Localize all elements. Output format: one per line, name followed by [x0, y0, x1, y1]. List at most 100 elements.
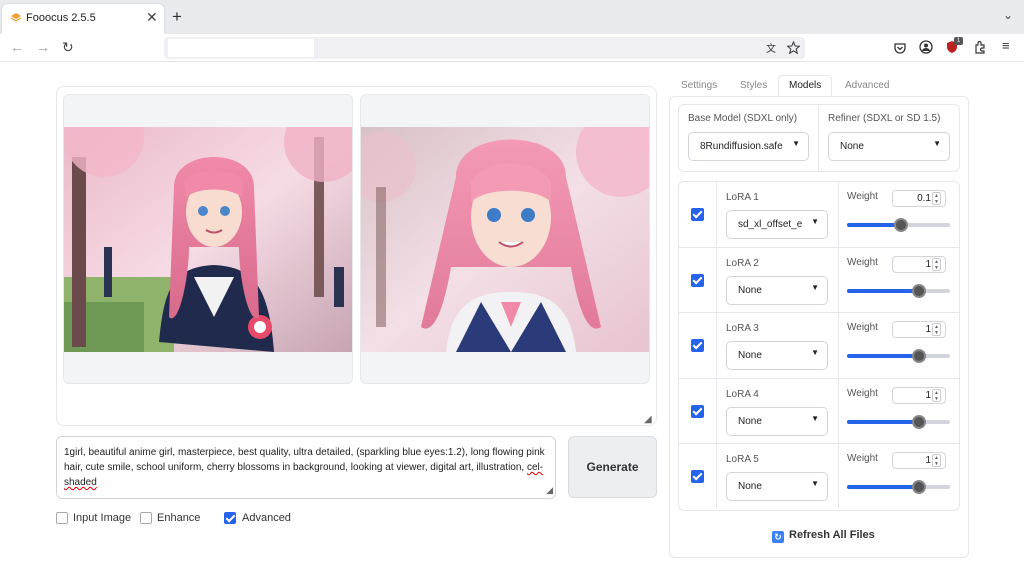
lora-3-enable-checkbox[interactable]	[691, 339, 704, 352]
tab-models[interactable]: Models	[789, 80, 821, 91]
account-icon[interactable]	[919, 40, 933, 54]
refresh-icon: ↻	[772, 531, 784, 543]
translate-icon[interactable]: 文	[766, 42, 779, 54]
browser-tab[interactable]: Fooocus 2.5.5 ✕	[2, 4, 164, 34]
lora-1-weight-slider[interactable]	[847, 218, 950, 232]
hamburger-menu-icon[interactable]: ≡	[1002, 38, 1010, 53]
lora-3-value: None	[738, 350, 762, 361]
base-model-value: 8Rundiffusion.safe	[700, 141, 783, 152]
dropdown-caret-icon: ▼	[811, 479, 819, 488]
prompt-text: 1girl, beautiful anime girl, masterpiece…	[64, 447, 545, 473]
lora-3-weight-value: 1	[925, 324, 931, 335]
tab-close-icon[interactable]: ✕	[146, 9, 158, 26]
gallery-image-1[interactable]	[63, 94, 353, 384]
lora-2-dropdown[interactable]: None ▼	[726, 276, 828, 305]
extensions-puzzle-icon[interactable]	[973, 40, 987, 54]
slider-thumb[interactable]	[912, 284, 927, 298]
generate-button[interactable]: Generate	[568, 436, 657, 498]
forward-arrow-icon[interactable]: →	[36, 39, 50, 55]
lora-row-divider	[678, 443, 960, 444]
lora-row-divider	[678, 312, 960, 313]
spinner-arrows-icon[interactable]: ▲ ▼	[932, 389, 941, 402]
spinner-arrows-icon[interactable]: ▲ ▼	[932, 258, 941, 271]
browser-tab-strip: Fooocus 2.5.5 ✕ + ⌄	[0, 0, 1024, 34]
base-model-dropdown[interactable]: 8Rundiffusion.safe ▼	[688, 132, 809, 161]
lora-5-label: LoRA 5	[726, 454, 759, 465]
divider	[716, 313, 717, 377]
slider-thumb[interactable]	[912, 349, 927, 363]
advanced-checkbox[interactable]	[224, 512, 236, 524]
pocket-icon[interactable]	[893, 41, 907, 55]
advanced-label: Advanced	[242, 512, 291, 524]
lora-5-weight-value: 1	[925, 455, 931, 466]
refresh-label: Refresh All Files	[789, 529, 875, 541]
spinner-arrows-icon[interactable]: ▲ ▼	[932, 323, 941, 336]
lora-4-enable-checkbox[interactable]	[691, 405, 704, 418]
divider	[838, 182, 839, 246]
divider	[838, 313, 839, 377]
tab-list-chevron-icon[interactable]: ⌄	[1003, 8, 1013, 22]
lora-4-weight-input[interactable]: 1 ▲ ▼	[892, 387, 946, 404]
tab-advanced[interactable]: Advanced	[845, 80, 889, 91]
slider-fill	[847, 289, 920, 293]
enhance-checkbox[interactable]	[140, 512, 152, 524]
lora-4-value: None	[738, 416, 762, 427]
fooocus-favicon-icon	[10, 13, 22, 22]
lora-5-weight-input[interactable]: 1 ▲ ▼	[892, 452, 946, 469]
input-image-label: Input Image	[73, 512, 132, 524]
dropdown-caret-icon: ▼	[811, 217, 819, 226]
slider-thumb[interactable]	[893, 218, 908, 232]
refresh-all-files-button[interactable]: ↻ Refresh All Files	[772, 529, 875, 543]
lora-1-dropdown[interactable]: sd_xl_offset_e ▼	[726, 210, 828, 239]
lora-5-dropdown[interactable]: None ▼	[726, 472, 828, 501]
dropdown-caret-icon: ▼	[811, 283, 819, 292]
lora-4-weight-label: Weight	[847, 388, 878, 399]
lora-2-label: LoRA 2	[726, 258, 759, 269]
prompt-textarea[interactable]: 1girl, beautiful anime girl, masterpiece…	[56, 436, 556, 499]
lora-1-enable-checkbox[interactable]	[691, 208, 704, 221]
lora-2-weight-input[interactable]: 1 ▲ ▼	[892, 256, 946, 273]
slider-thumb[interactable]	[912, 480, 927, 494]
lora-1-label: LoRA 1	[726, 192, 759, 203]
gallery-image-2[interactable]	[360, 94, 650, 384]
url-bar[interactable]: 文	[164, 37, 805, 59]
back-arrow-icon[interactable]: ←	[10, 39, 24, 55]
lora-5-enable-checkbox[interactable]	[691, 470, 704, 483]
lora-4-label: LoRA 4	[726, 389, 759, 400]
lora-1-value: sd_xl_offset_e	[738, 219, 803, 230]
slider-thumb[interactable]	[912, 415, 927, 429]
lora-5-weight-slider[interactable]	[847, 480, 950, 494]
refiner-dropdown[interactable]: None ▼	[828, 132, 950, 161]
lora-4-dropdown[interactable]: None ▼	[726, 407, 828, 436]
spinner-arrows-icon[interactable]: ▲ ▼	[932, 192, 941, 205]
prompt-resize-handle-icon[interactable]: ◢	[546, 483, 553, 498]
anime-girl-image-2	[361, 127, 649, 352]
bookmark-star-icon[interactable]	[787, 41, 800, 54]
gallery-resize-handle-icon[interactable]: ◢	[644, 414, 652, 425]
divider	[716, 444, 717, 508]
spinner-arrows-icon[interactable]: ▲ ▼	[932, 454, 941, 467]
lora-2-enable-checkbox[interactable]	[691, 274, 704, 287]
lora-2-weight-slider[interactable]	[847, 284, 950, 298]
lora-3-label: LoRA 3	[726, 323, 759, 334]
lora-3-dropdown[interactable]: None ▼	[726, 341, 828, 370]
slider-fill	[847, 223, 901, 227]
svg-text:文: 文	[766, 42, 776, 54]
divider	[716, 182, 717, 246]
lora-3-weight-label: Weight	[847, 322, 878, 333]
lora-4-weight-slider[interactable]	[847, 415, 950, 429]
reload-icon[interactable]: ↻	[62, 39, 74, 56]
lora-1-weight-value: 0.1	[917, 193, 931, 204]
lora-1-weight-input[interactable]: 0.1 ▲ ▼	[892, 190, 946, 207]
tab-settings[interactable]: Settings	[681, 80, 717, 91]
tab-styles[interactable]: Styles	[740, 80, 767, 91]
input-image-checkbox[interactable]	[56, 512, 68, 524]
lora-3-weight-input[interactable]: 1 ▲ ▼	[892, 321, 946, 338]
new-tab-icon[interactable]: +	[172, 7, 182, 27]
browser-toolbar: ← → ↻ 文 1 ≡	[0, 34, 1024, 62]
lora-3-weight-slider[interactable]	[847, 349, 950, 363]
lora-2-weight-value: 1	[925, 259, 931, 270]
output-gallery	[56, 86, 657, 426]
base-model-label: Base Model (SDXL only)	[688, 113, 798, 124]
url-input[interactable]	[168, 39, 314, 57]
